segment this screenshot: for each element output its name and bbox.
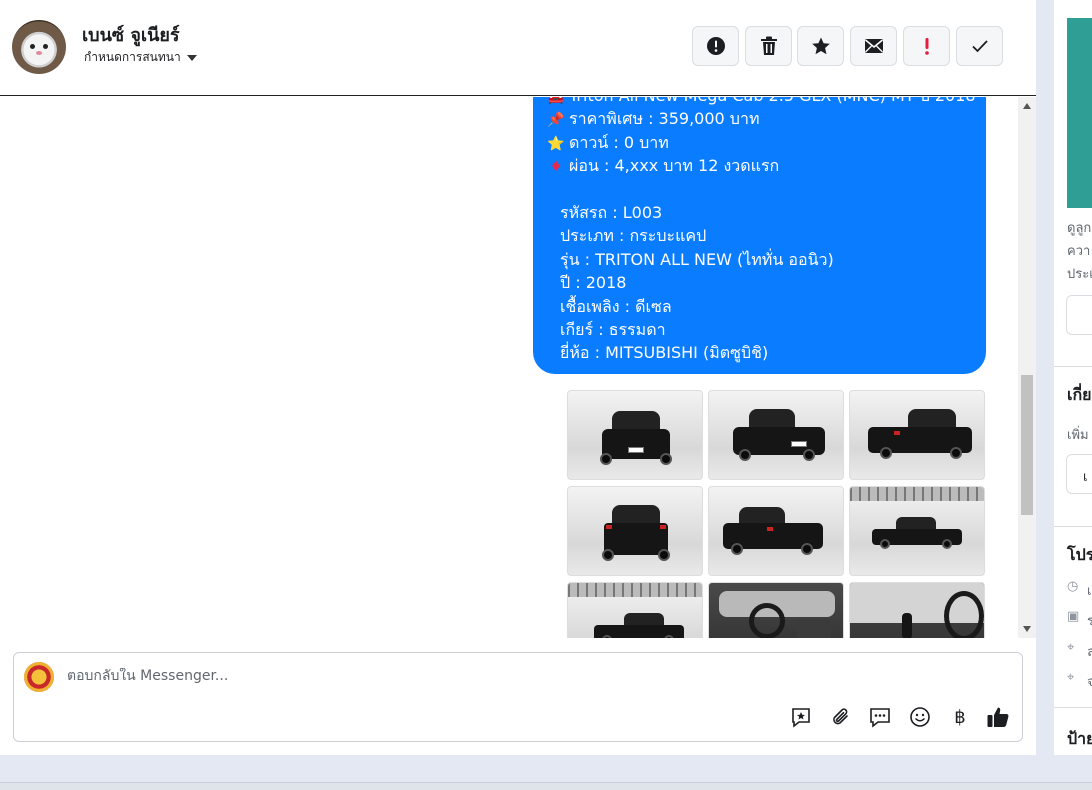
message-list[interactable]: 🚘Triton All New Mega Cab 2.5 GLX (MNC) M… <box>0 97 1036 638</box>
message-line: รหัสรถ : L003 <box>547 201 972 224</box>
sidebar-add-button[interactable]: เ <box>1066 454 1092 494</box>
schedule-dropdown[interactable]: กำหนดการสนทนา <box>84 48 197 67</box>
car-photo-rear-right[interactable] <box>849 390 985 480</box>
delete-button[interactable] <box>745 26 792 66</box>
page-avatar <box>24 662 54 692</box>
sidebar-detail: จ <box>1087 675 1092 690</box>
sidebar-section-title: เกี่ย <box>1067 385 1092 404</box>
saved-reply-icon <box>792 708 810 728</box>
car-photo-side-right[interactable] <box>849 486 985 576</box>
check-icon <box>971 40 988 53</box>
clock-icon: ◷ <box>1067 579 1079 594</box>
envelope-icon <box>864 39 883 53</box>
diamond-emoji-icon: ♦ <box>549 159 563 176</box>
message-line: เชื้อเพลิง : ดีเซล <box>547 295 972 318</box>
message-scrollbar[interactable] <box>1018 97 1036 638</box>
message-line <box>547 178 972 201</box>
message-line: 🚘Triton All New Mega Cab 2.5 GLX (MNC) M… <box>547 97 975 107</box>
conversation-panel: เบนซ์ จูเนียร์ กำหนดการสนทนา 🚘Triton All… <box>0 0 1036 755</box>
car-photo-dashboard[interactable] <box>708 582 844 638</box>
thumbs-up-icon <box>987 707 1009 727</box>
briefcase-icon: ▣ <box>1067 609 1080 624</box>
sidebar-snippet: ดูลูก <box>1067 221 1092 236</box>
location-pin-icon: ⌖ <box>1067 670 1075 685</box>
car-photo-side-left[interactable] <box>567 582 703 638</box>
mark-unread-button[interactable] <box>850 26 897 66</box>
message-text: ผ่อน : 4,xxx บาท 12 งวดแรก <box>569 156 780 176</box>
car-photo-gear-shift[interactable] <box>849 582 985 638</box>
emoji-icon <box>910 707 930 727</box>
important-button[interactable] <box>903 26 950 66</box>
scroll-down-icon[interactable] <box>1023 626 1031 632</box>
done-button[interactable] <box>956 26 1003 66</box>
scrollbar-thumb[interactable] <box>1021 375 1033 515</box>
baht-icon[interactable]: ฿ <box>948 705 972 729</box>
contact-name[interactable]: เบนซ์ จูเนียร์ <box>82 20 180 49</box>
sidebar-detail: ร <box>1087 614 1092 629</box>
contact-info-sidebar: ดูลูก ควา ประเ เกี่ย เพิ่ม เ โปร ◷ เ ▣ ร… <box>1054 0 1092 755</box>
car-photo-rear[interactable] <box>567 486 703 576</box>
message-line: ♦ ผ่อน : 4,xxx บาท 12 งวดแรก <box>547 154 972 177</box>
star-icon <box>811 37 830 55</box>
star-emoji-icon: ⭐ <box>547 135 565 152</box>
message-text: เชื้อเพลิง : ดีเซล <box>560 296 672 316</box>
message-line: 📌 ราคาพิเศษ : 359,000 บาท <box>547 107 972 130</box>
saved-reply-button[interactable] <box>789 705 813 729</box>
sidebar-divider <box>1054 707 1092 708</box>
sidebar-snippet: ประเ <box>1067 267 1092 282</box>
message-line: เกียร์ : ธรรมดา <box>547 318 972 341</box>
scroll-up-icon[interactable] <box>1023 103 1031 109</box>
schedule-dropdown-label: กำหนดการสนทนา <box>84 50 181 64</box>
spam-button[interactable] <box>692 26 739 66</box>
message-text: ประเภท : กระบะแคป <box>560 226 707 246</box>
sidebar-divider <box>1054 366 1092 367</box>
message-text: ดาวน์ : 0 บาท <box>569 132 669 152</box>
message-text: เกียร์ : ธรรมดา <box>560 319 666 339</box>
message-line: ยี่ห้อ : MITSUBISHI (มิตซูบิชิ) <box>547 341 972 364</box>
sidebar-section-title: ป้าย <box>1067 729 1092 748</box>
sidebar-divider <box>1054 526 1092 527</box>
contact-avatar[interactable] <box>12 20 66 74</box>
emoji-button[interactable] <box>908 705 932 729</box>
sidebar-snippet: ควา <box>1067 244 1091 259</box>
message-line: ปี : 2018 <box>547 271 972 294</box>
conversation-header: เบนซ์ จูเนียร์ กำหนดการสนทนา <box>0 0 1036 96</box>
sidebar-detail: เ <box>1087 584 1092 599</box>
sidebar-action-button[interactable] <box>1066 295 1092 335</box>
exclamation-circle-icon <box>706 37 725 55</box>
location-pin-icon: ⌖ <box>1067 640 1075 655</box>
message-line: รุ่น : TRITON ALL NEW (ไททั่น ออนิว) <box>547 248 972 271</box>
message-text: รุ่น : TRITON ALL NEW (ไททั่น ออนิว) <box>560 249 834 269</box>
like-button[interactable] <box>986 705 1010 729</box>
message-line: ประเภท : กระบะแคป <box>547 224 972 247</box>
message-text: ปี : 2018 <box>560 273 627 293</box>
sidebar-section-text: เพิ่ม <box>1067 428 1089 443</box>
attach-button[interactable] <box>829 705 853 729</box>
message-line: ⭐ ดาวน์ : 0 บาท <box>547 131 972 154</box>
exclamation-icon <box>924 38 929 55</box>
car-photo-rear-left[interactable] <box>708 486 844 576</box>
star-button[interactable] <box>797 26 844 66</box>
sidebar-detail: ล <box>1087 645 1092 660</box>
message-text: ยี่ห้อ : MITSUBISHI (มิตซูบิชิ) <box>560 343 769 363</box>
message-text: รหัสรถ : L003 <box>560 202 663 222</box>
attachment-icon <box>833 708 848 725</box>
car-photo-front[interactable] <box>567 390 703 480</box>
quick-reply-button[interactable] <box>868 705 892 729</box>
contact-cover-image <box>1067 18 1092 208</box>
reply-composer: ฿ <box>13 652 1023 742</box>
trash-icon <box>760 36 777 55</box>
message-bubble[interactable]: 🚘Triton All New Mega Cab 2.5 GLX (MNC) M… <box>533 97 986 374</box>
chat-bubble-icon <box>870 708 890 728</box>
sidebar-section-title: โปร <box>1067 545 1092 564</box>
caret-down-icon <box>186 54 197 61</box>
pushpin-emoji-icon: 📌 <box>547 112 565 129</box>
reply-input[interactable] <box>67 668 767 684</box>
message-text: ราคาพิเศษ : 359,000 บาท <box>569 109 760 129</box>
car-photo-front-right[interactable] <box>708 390 844 480</box>
message-text: Triton All New Mega Cab 2.5 GLX (MNC) MT… <box>569 97 976 105</box>
os-taskbar <box>0 782 1092 790</box>
